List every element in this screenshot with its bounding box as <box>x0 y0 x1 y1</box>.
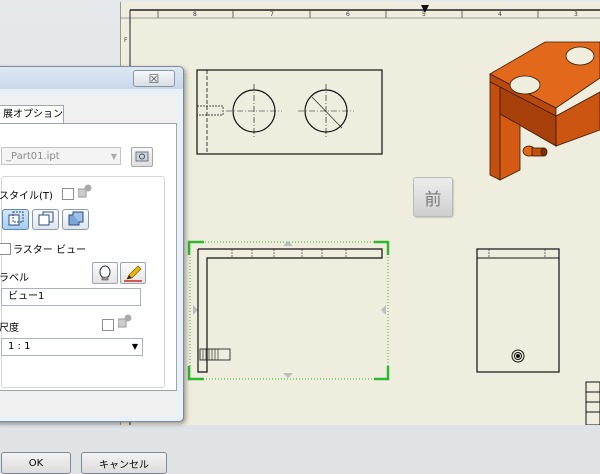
ruler-number: 6 <box>346 11 350 18</box>
edit-label-button[interactable] <box>120 262 146 284</box>
ruler-labels: 8 7 6 5 4 3 F <box>124 11 578 44</box>
shaded-style-button[interactable] <box>62 209 89 230</box>
ok-button-label: OK <box>28 457 44 469</box>
sheet-zone-letter: F <box>124 37 128 44</box>
style-from-base-checkbox[interactable] <box>62 188 74 200</box>
style-from-base-icon <box>78 184 92 198</box>
cancel-button[interactable]: キャンセル <box>81 452 167 474</box>
right-view[interactable] <box>476 248 560 373</box>
scale-value: 1 : 1 <box>8 341 31 352</box>
style-label: スタイル(T) <box>0 191 53 202</box>
dialog-titlebar[interactable]: ☒ <box>0 67 183 89</box>
view-label-caption: ラベル <box>0 273 29 284</box>
scale-select[interactable]: 1 : 1 ▼ <box>1 338 143 356</box>
close-icon: ☒ <box>148 71 160 86</box>
light-bulb-icon <box>99 265 111 281</box>
scale-from-base-icon <box>118 314 132 328</box>
view-label-input[interactable]: ビュー1 <box>1 288 141 306</box>
ok-button[interactable]: OK <box>1 452 71 474</box>
selection-corners <box>187 240 390 381</box>
close-button[interactable]: ☒ <box>133 70 175 87</box>
ruler-number: 3 <box>574 11 578 18</box>
title-block <box>585 381 600 425</box>
dialog-body: 展オプション _Part01.ipt ▼ スタイル(T) ラスター ビュー ラベ… <box>0 95 177 417</box>
hidden-line-icon <box>8 211 24 226</box>
ruler-number: 4 <box>498 11 502 18</box>
front-view[interactable] <box>187 240 390 381</box>
dropdown-arrow-icon: ▼ <box>110 152 117 161</box>
file-combo-value: _Part01.ipt <box>6 151 60 162</box>
front-label-text: 前 <box>424 189 442 210</box>
file-combo[interactable]: _Part01.ipt ▼ <box>1 147 121 165</box>
pencil-icon <box>124 265 142 282</box>
tab-panel: _Part01.ipt ▼ スタイル(T) ラスター ビュー ラベル ビュー1 … <box>0 123 177 391</box>
cancel-button-label: キャンセル <box>99 459 149 471</box>
hidden-line-removed-icon <box>38 211 54 226</box>
toggle-label-visibility-button[interactable] <box>92 262 118 284</box>
drawing-view-dialog: ☒ 展オプション _Part01.ipt ▼ スタイル(T) ラスター ビュー … <box>0 66 184 474</box>
tab-display-options[interactable]: 展オプション <box>0 105 64 124</box>
selection-box <box>189 241 389 380</box>
view-cube-front-label[interactable]: 前 <box>413 177 453 217</box>
top-view[interactable] <box>196 69 383 155</box>
dropdown-arrow-icon: ▼ <box>131 342 138 351</box>
raster-view-checkbox[interactable] <box>0 243 11 255</box>
ruler-number: 8 <box>193 11 197 18</box>
hidden-line-removed-style-button[interactable] <box>32 209 59 230</box>
raster-view-label: ラスター ビュー <box>13 245 86 256</box>
scale-caption: 尺度 <box>0 323 19 334</box>
hidden-line-style-button[interactable] <box>2 209 29 230</box>
iso-view[interactable] <box>489 41 600 181</box>
browse-icon <box>135 151 149 162</box>
view-label-value: ビュー1 <box>8 291 45 302</box>
scale-from-base-checkbox[interactable] <box>102 319 114 331</box>
shaded-icon <box>68 211 84 226</box>
ruler-number: 7 <box>270 11 274 18</box>
browse-button[interactable] <box>131 147 153 167</box>
